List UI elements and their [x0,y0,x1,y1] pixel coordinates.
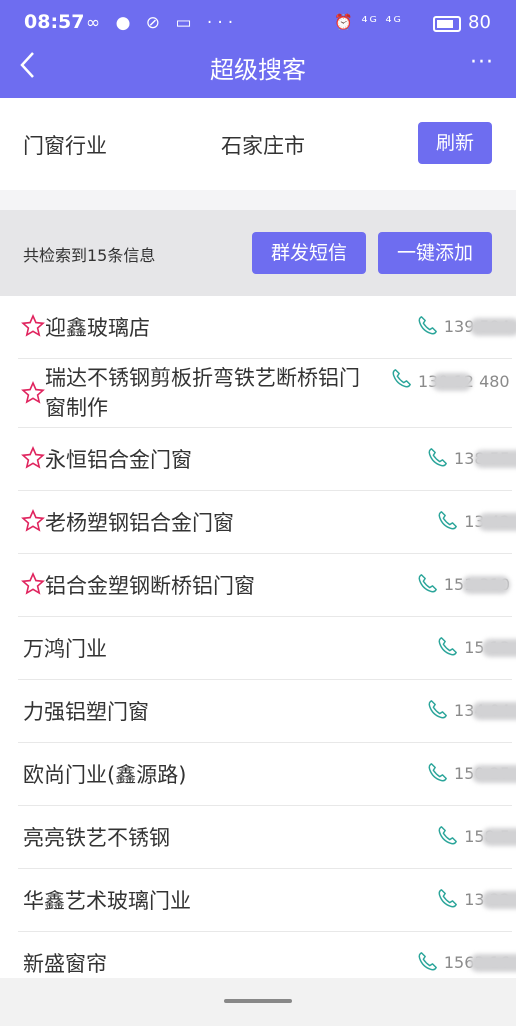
battery-icon [433,16,461,32]
result-count: 共检索到15条信息 [23,246,156,265]
privacy-mask [472,702,516,720]
industry-selector[interactable]: 门窗行业 [23,130,107,160]
item-name: 瑞达不锈钢剪板折弯铁艺断桥铝门窗制作 [45,366,360,420]
star-icon[interactable] [21,446,45,470]
item-name: 新盛窗帘 [23,952,107,976]
privacy-mask [469,954,516,972]
results-toolbar: 共检索到15条信息 群发短信 一键添加 [0,210,516,296]
item-name: 迎鑫玻璃店 [45,316,150,340]
privacy-mask [461,576,510,594]
contact-list: 迎鑫玻璃店 139 594 瑞达不锈钢剪板折弯铁艺断桥铝门窗制作 130 12 480… [0,296,516,995]
phone-number[interactable]: 13 42 [436,509,516,535]
battery-level: 80 [468,12,491,33]
privacy-mask [482,639,516,657]
app-header: 08:57 ∞ ● ⊘ ▭ ··· ⏰ ⁴ᴳ ⁴ᴳ 80 超级搜客 ··· [0,0,516,98]
star-icon[interactable] [21,381,45,405]
list-item[interactable]: 华鑫艺术玻璃门业 13 22 [18,869,516,932]
phone-number[interactable]: 134 04 [426,698,516,724]
filter-bar: 门窗行业 石家庄市 刷新 [0,98,516,190]
list-item[interactable]: 老杨塑钢铝合金门窗 13 42 [18,491,516,554]
refresh-button[interactable]: 刷新 [418,122,492,164]
gesture-bar [0,978,516,1026]
phone-number[interactable]: 138 55 [426,446,516,472]
privacy-mask [432,373,472,391]
nav-bar: 超级搜客 ··· [0,48,516,98]
signal-icons: ⏰ ⁴ᴳ ⁴ᴳ [334,13,403,31]
add-all-button[interactable]: 一键添加 [378,232,492,274]
list-item[interactable]: 铝合金塑钢断桥铝门窗 151 310 [18,554,512,617]
phone-number[interactable]: 130 12 480 [390,367,510,393]
list-item[interactable]: 力强铝塑门窗 134 04 [18,680,516,743]
phone-number[interactable]: 150 25 [426,761,516,787]
star-icon[interactable] [21,314,45,338]
group-sms-button[interactable]: 群发短信 [252,232,366,274]
list-item[interactable]: 瑞达不锈钢剪板折弯铁艺断桥铝门窗制作 130 12 480 [18,359,512,428]
phone-number[interactable]: 13 22 [436,887,516,913]
status-time: 08:57 [24,11,85,33]
city-selector[interactable]: 石家庄市 [221,130,305,160]
item-name: 华鑫艺术玻璃门业 [23,889,191,913]
phone-number[interactable]: 158 5 [436,824,516,850]
privacy-mask [478,513,516,531]
privacy-mask [469,318,516,336]
item-name: 亮亮铁艺不锈钢 [23,826,170,850]
list-item[interactable]: 欧尚门业(鑫源路) 150 25 [18,743,516,806]
privacy-mask [482,891,516,909]
notification-icons: ∞ ● ⊘ ▭ ··· [86,13,239,33]
item-name: 老杨塑钢铝合金门窗 [45,511,234,535]
item-name: 永恒铝合金门窗 [45,448,192,472]
item-name: 力强铝塑门窗 [23,700,149,724]
list-item[interactable]: 永恒铝合金门窗 138 55 [18,428,516,491]
privacy-mask [472,765,516,783]
phone-number[interactable]: 1563 16 [416,950,516,976]
list-item[interactable]: 万鸿门业 15 13 [18,617,516,680]
star-icon[interactable] [21,509,45,533]
privacy-mask [482,828,516,846]
status-bar: 08:57 ∞ ● ⊘ ▭ ··· ⏰ ⁴ᴳ ⁴ᴳ 80 [0,0,516,48]
item-name: 欧尚门业(鑫源路) [23,763,187,787]
list-item[interactable]: 迎鑫玻璃店 139 594 [18,296,516,359]
list-item[interactable]: 亮亮铁艺不锈钢 158 5 [18,806,516,869]
phone-number[interactable]: 139 594 [416,314,516,340]
phone-number[interactable]: 151 310 [416,572,510,598]
more-options-icon[interactable]: ··· [470,50,494,75]
item-name: 铝合金塑钢断桥铝门窗 [45,574,255,598]
phone-number[interactable]: 15 13 [436,635,516,661]
item-name: 万鸿门业 [23,637,107,661]
home-handle[interactable] [224,999,292,1003]
divider [0,190,516,210]
star-icon[interactable] [21,572,45,596]
privacy-mask [474,450,516,468]
page-title: 超级搜客 [210,56,306,84]
